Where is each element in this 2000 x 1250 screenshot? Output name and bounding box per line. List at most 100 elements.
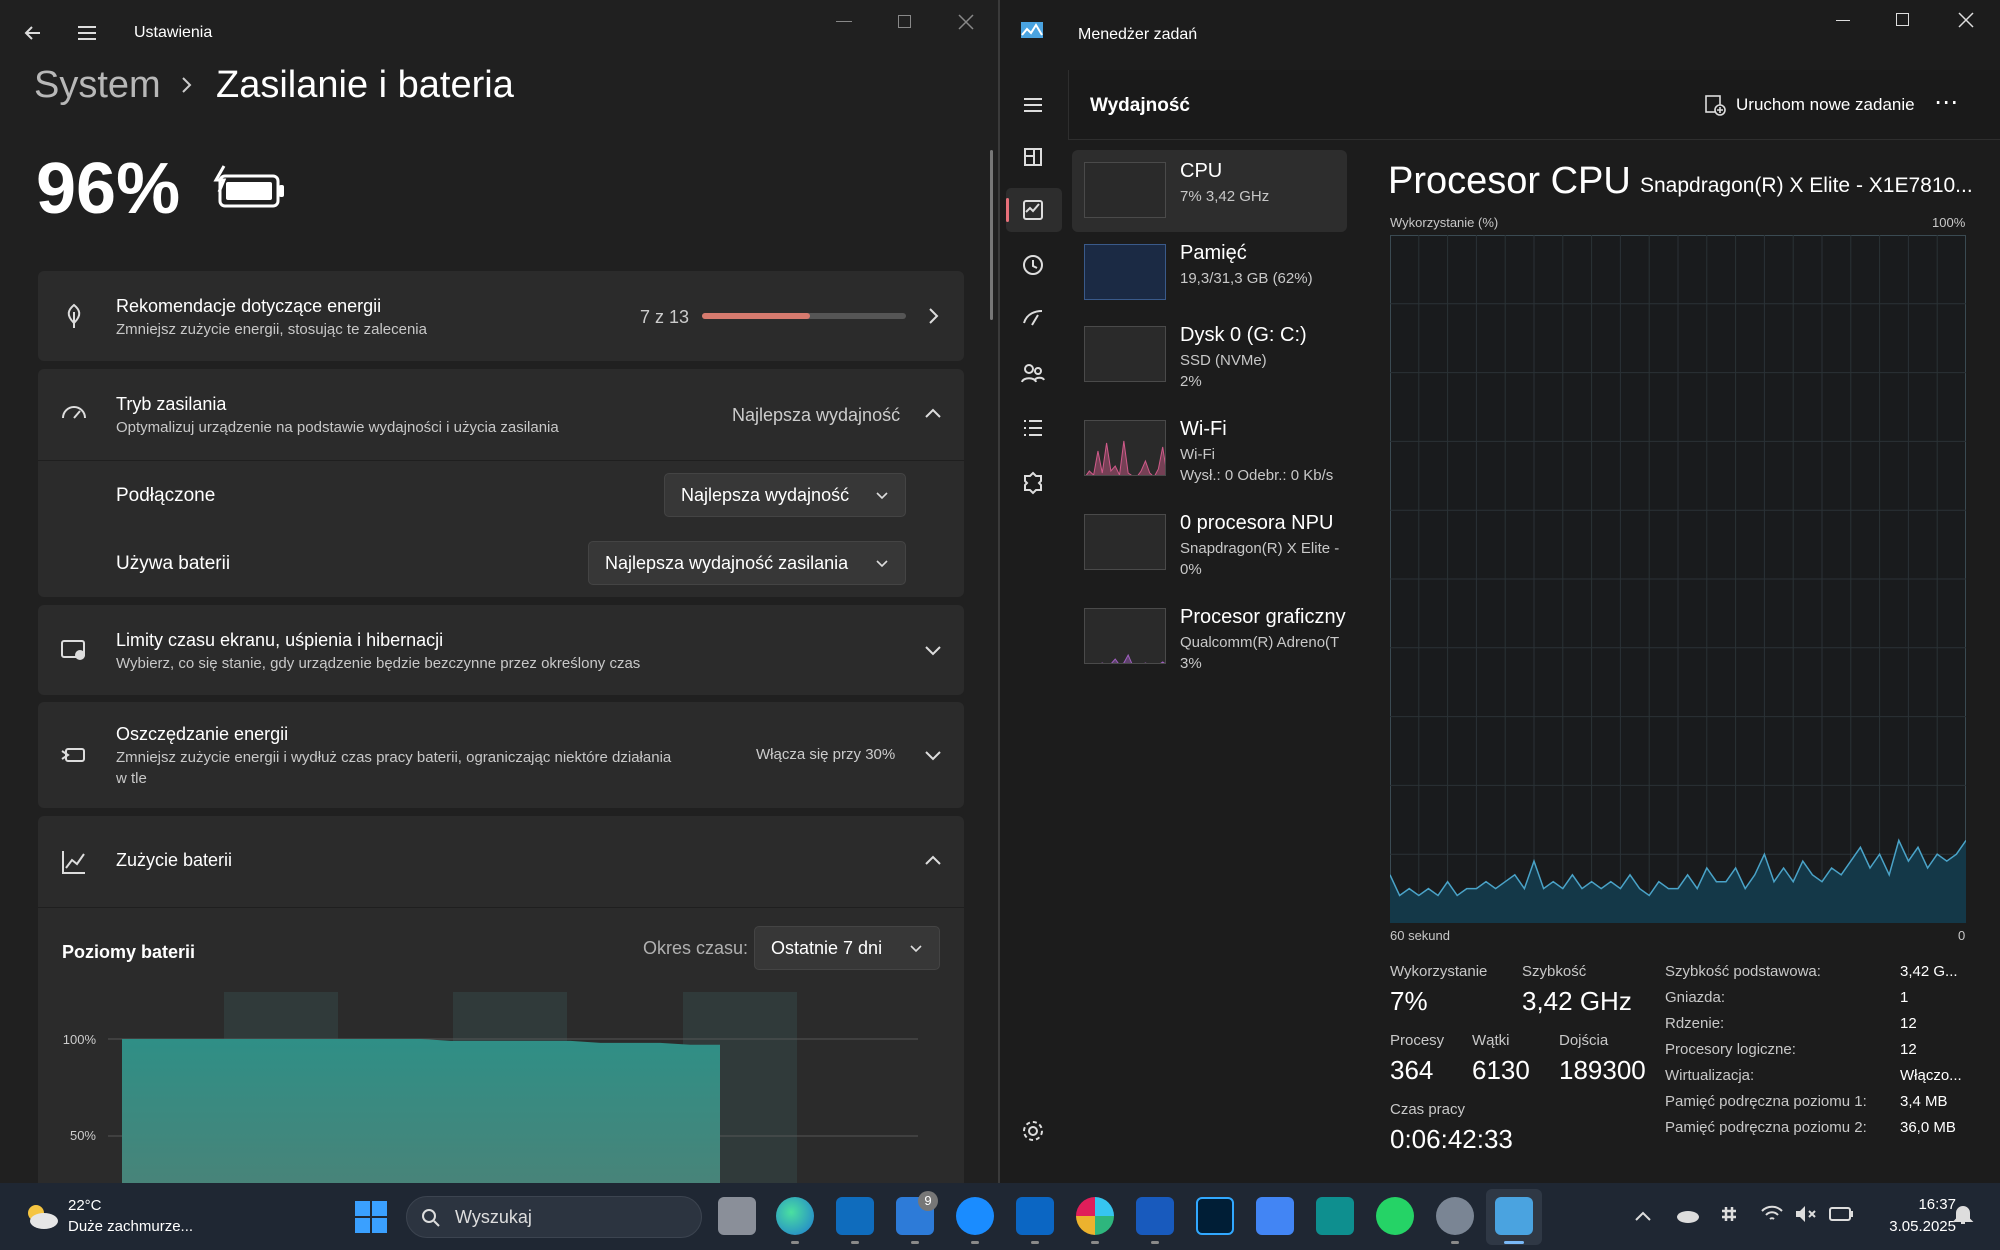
detail-value: 12 — [1900, 1015, 1917, 1032]
resource-item[interactable]: Wi-Fi Wi-Fi Wysł.: 0 Odebr.: 0 Kb/s — [1072, 408, 1347, 490]
stat-processes-label: Procesy — [1390, 1032, 1445, 1049]
window-title: Menedżer zadań — [1078, 26, 1198, 43]
weather-temp[interactable]: 22°C — [68, 1197, 102, 1214]
close-button[interactable] — [1958, 12, 1974, 28]
power-mode-value: Najlepsza wydajność — [732, 405, 901, 425]
run-new-task-button[interactable]: Uruchom nowe zadanie — [1736, 95, 1915, 115]
leaf-icon — [67, 303, 81, 328]
search-box[interactable]: Wyszukaj — [406, 1196, 702, 1238]
resource-sparkline — [1101, 653, 1165, 663]
period-label: Okres czasu: — [643, 938, 749, 958]
card-subtitle: Optymalizuj urządzenie na podstawie wyda… — [116, 419, 559, 436]
close-button[interactable] — [958, 14, 974, 30]
energy-saver-card[interactable]: Oszczędzanie energii Zmniejsz zużycie en… — [38, 702, 964, 808]
clock-date[interactable]: 3.05.2025 — [1868, 1218, 1956, 1235]
stat-processes-value: 364 — [1390, 1055, 1434, 1085]
stat-handles-value: 189300 — [1559, 1055, 1646, 1085]
on-battery-dropdown[interactable]: Najlepsza wydajność zasilania — [588, 541, 906, 585]
bird-app-icon[interactable] — [1316, 1197, 1354, 1235]
resource-subtitle: SSD (NVMe) — [1180, 352, 1267, 369]
stat-speed-label: Szybkość — [1522, 963, 1587, 980]
volume-muted-icon[interactable] — [1794, 1203, 1818, 1225]
notification-bell-icon[interactable] — [1952, 1203, 1974, 1227]
chevron-up-icon[interactable] — [1634, 1209, 1652, 1223]
battery-tray-icon[interactable] — [1828, 1203, 1854, 1225]
back-icon[interactable] — [22, 22, 44, 44]
stat-usage-label: Wykorzystanie — [1390, 963, 1488, 980]
whatsapp-icon[interactable] — [1376, 1197, 1414, 1235]
chevron-down-icon — [910, 945, 922, 953]
edge-icon[interactable] — [776, 1197, 814, 1235]
period-dropdown[interactable]: Ostatnie 7 dni — [754, 926, 940, 970]
detail-key: Wirtualizacja: — [1665, 1067, 1755, 1084]
details-icon[interactable] — [1018, 413, 1048, 443]
resource-item[interactable]: 0 procesora NPU Snapdragon(R) X Elite - 0% — [1072, 502, 1347, 584]
stat-usage-value: 7% — [1390, 986, 1428, 1016]
outlook-icon[interactable] — [836, 1197, 874, 1235]
dropdown-value: Najlepsza wydajność — [681, 485, 850, 505]
users-icon[interactable] — [1018, 358, 1048, 388]
resource-item[interactable]: CPU 7% 3,42 GHz — [1072, 150, 1347, 232]
slack-tray-icon[interactable] — [1718, 1203, 1740, 1225]
notification-badge: 9 — [918, 1191, 938, 1211]
scrollbar[interactable] — [990, 150, 993, 320]
startup-apps-icon[interactable] — [1018, 303, 1048, 333]
maximize-button[interactable] — [1896, 13, 1909, 26]
screen-sleep-card[interactable]: Limity czasu ekranu, uśpienia i hibernac… — [38, 605, 964, 695]
photoshop-icon[interactable] — [1196, 1197, 1234, 1235]
resource-item[interactable]: Dysk 0 (G: C:) SSD (NVMe) 2% — [1072, 314, 1347, 396]
dropdown-value: Ostatnie 7 dni — [771, 938, 883, 958]
time-axis-label: 60 sekund — [1390, 928, 1450, 943]
card-subtitle-line2: w tle — [116, 770, 147, 787]
resource-thumbnail — [1084, 244, 1166, 300]
chevron-up-icon[interactable] — [924, 405, 942, 423]
onedrive-icon[interactable] — [1674, 1205, 1700, 1225]
battery-charging-icon — [213, 165, 284, 208]
plugged-in-dropdown[interactable]: Najlepsza wydajność — [664, 473, 906, 517]
clock-time[interactable]: 16:37 — [1900, 1196, 1956, 1213]
menu-icon[interactable] — [76, 22, 98, 44]
weather-cloud-icon[interactable] — [22, 1199, 62, 1233]
card-title: Limity czasu ekranu, uśpienia i hibernac… — [116, 630, 444, 650]
plugged-in-label: Podłączone — [116, 485, 216, 506]
resource-title: Pamięć — [1180, 242, 1247, 264]
chevron-right-icon — [929, 308, 939, 324]
resource-item[interactable]: Pamięć 19,3/31,3 GB (62%) — [1072, 232, 1347, 314]
energy-recommendations-card[interactable]: Rekomendacje dotyczące energii Zmniejsz … — [38, 271, 964, 361]
resource-title: CPU — [1180, 160, 1223, 182]
stat-threads-value: 6130 — [1472, 1055, 1530, 1085]
detail-key: Szybkość podstawowa: — [1665, 963, 1821, 980]
performance-icon[interactable] — [1018, 195, 1048, 225]
google-translate-icon[interactable] — [1256, 1197, 1294, 1235]
services-icon[interactable] — [1018, 468, 1048, 498]
energy-saver-value: Włącza się przy 30% — [756, 746, 896, 763]
trello-icon[interactable] — [1016, 1197, 1054, 1235]
settings-gear-icon[interactable] — [1018, 1116, 1048, 1146]
cpu-heading: Procesor CPU — [1388, 160, 1631, 202]
recommendations-count: 7 z 13 — [640, 307, 690, 327]
minimize-button[interactable] — [1836, 20, 1850, 21]
chevron-up-icon[interactable] — [924, 852, 942, 870]
breadcrumb-parent[interactable]: System — [34, 64, 161, 107]
minimize-button[interactable] — [836, 21, 852, 22]
detail-key: Rdzenie: — [1665, 1015, 1725, 1032]
detail-key: Procesory logiczne: — [1665, 1041, 1796, 1058]
slack-icon[interactable] — [1076, 1197, 1114, 1235]
hamburger-icon[interactable] — [1018, 90, 1048, 120]
app-history-icon[interactable] — [1018, 250, 1048, 280]
weather-desc[interactable]: Duże zachmurze... — [68, 1218, 193, 1235]
more-options-button[interactable]: ⋯ — [1934, 88, 1958, 117]
resource-item[interactable]: Procesor graficzny Qualcomm(R) Adreno(T 3% — [1072, 596, 1347, 678]
word-icon[interactable] — [1136, 1197, 1174, 1235]
resource-subtitle-2: Wysł.: 0 Odebr.: 0 Kb/s — [1180, 467, 1334, 484]
detail-key: Pamięć podręczna poziomu 2: — [1665, 1119, 1867, 1136]
task-view-icon[interactable] — [718, 1197, 756, 1235]
wifi-icon[interactable] — [1760, 1203, 1784, 1225]
maximize-button[interactable] — [898, 15, 911, 28]
settings-app-icon[interactable] — [1436, 1197, 1474, 1235]
resource-subtitle-2: 3% — [1180, 655, 1202, 672]
processes-icon[interactable] — [1018, 142, 1048, 172]
breadcrumb-chevron-icon — [182, 77, 192, 93]
start-windows-icon[interactable] — [354, 1200, 388, 1234]
messenger-icon[interactable] — [956, 1197, 994, 1235]
